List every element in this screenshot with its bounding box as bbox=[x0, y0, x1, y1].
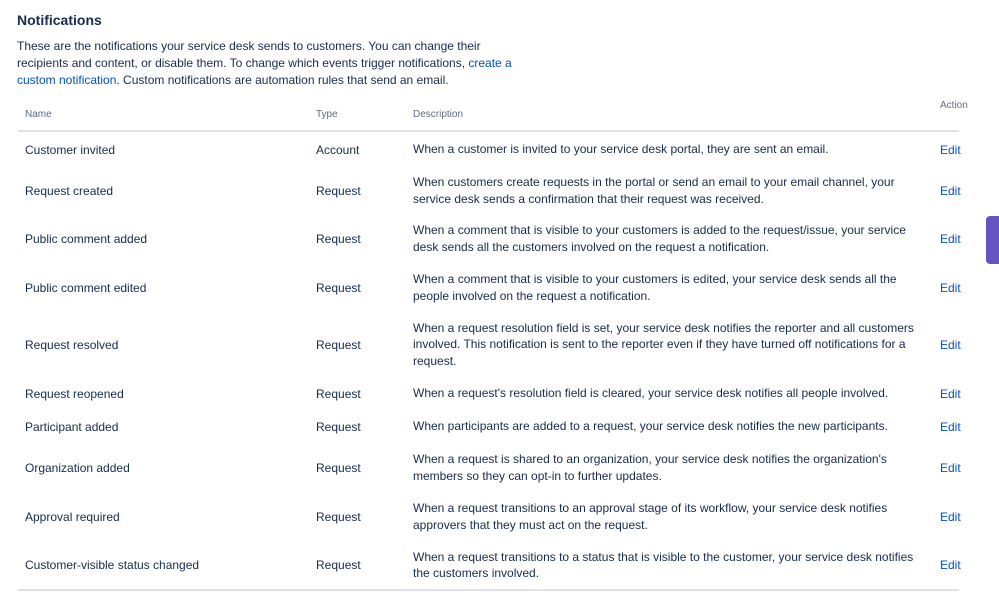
row-type: Request bbox=[316, 280, 361, 295]
table-row: Approval required Request When a request… bbox=[18, 492, 961, 541]
row-description: When a customer is invited to your servi… bbox=[413, 142, 829, 157]
notifications-page: Notifications These are the notification… bbox=[0, 0, 999, 592]
row-type: Request bbox=[316, 509, 361, 524]
intro-text-end: . Custom notifications are automation ru… bbox=[116, 73, 449, 87]
edit-link[interactable]: Edit bbox=[940, 232, 961, 246]
edit-link[interactable]: Edit bbox=[940, 338, 961, 352]
edit-link[interactable]: Edit bbox=[940, 461, 961, 475]
table-row: Request resolved Request When a request … bbox=[18, 312, 961, 377]
edit-link[interactable]: Edit bbox=[940, 184, 961, 198]
edit-link[interactable]: Edit bbox=[940, 558, 961, 572]
feedback-side-tab[interactable] bbox=[986, 216, 999, 264]
row-type: Request bbox=[316, 337, 361, 352]
table-row: Request created Request When customers c… bbox=[18, 167, 961, 214]
row-name: Request resolved bbox=[25, 337, 119, 352]
column-header-description: Description bbox=[413, 96, 940, 132]
row-description: When participants are added to a request… bbox=[413, 419, 888, 434]
row-type: Request bbox=[316, 541, 413, 591]
intro-paragraph: These are the notifications your service… bbox=[17, 38, 517, 89]
column-header-action-label: Action bbox=[940, 100, 968, 111]
row-name: Request created bbox=[25, 183, 114, 198]
row-description: When a comment that is visible to your c… bbox=[413, 223, 906, 254]
column-header-action: Action bbox=[940, 96, 968, 132]
row-type: Request bbox=[316, 419, 361, 434]
row-type: Request bbox=[316, 231, 361, 246]
edit-link[interactable]: Edit bbox=[940, 387, 961, 401]
row-description: When a request's resolution field is cle… bbox=[413, 386, 889, 401]
row-type: Request bbox=[316, 460, 361, 475]
table-row: Customer invited Account When a customer… bbox=[18, 131, 961, 167]
row-name: Participant added bbox=[25, 419, 119, 434]
row-description: When customers create requests in the po… bbox=[413, 175, 895, 206]
row-description: When a request is shared to an organizat… bbox=[413, 452, 887, 483]
row-description: When a request transitions to a status t… bbox=[413, 541, 940, 591]
row-name: Approval required bbox=[25, 509, 120, 524]
row-name: Public comment added bbox=[25, 231, 148, 246]
row-name: Organization added bbox=[25, 460, 130, 475]
table-row: Customer-visible status changed Request … bbox=[18, 541, 961, 591]
row-name: Public comment edited bbox=[25, 280, 147, 295]
row-type: Request bbox=[316, 386, 361, 401]
page-title: Notifications bbox=[17, 12, 102, 28]
intro-text: These are the notifications your service… bbox=[17, 39, 481, 70]
table-row: Participant added Request When participa… bbox=[18, 410, 961, 443]
row-name: Request reopened bbox=[25, 386, 124, 401]
row-description: When a request transitions to an approva… bbox=[413, 501, 888, 532]
edit-link[interactable]: Edit bbox=[940, 420, 961, 434]
row-name: Customer invited bbox=[25, 142, 116, 157]
edit-link[interactable]: Edit bbox=[940, 510, 961, 524]
edit-link[interactable]: Edit bbox=[940, 281, 961, 295]
column-header-name: Name bbox=[18, 96, 316, 132]
row-name: Customer-visible status changed bbox=[18, 541, 316, 591]
notifications-table: Name Type Description Action Customer in… bbox=[18, 96, 968, 591]
table-header-row: Name Type Description Action bbox=[18, 96, 968, 132]
table-row: Organization added Request When a reques… bbox=[18, 443, 961, 492]
edit-link[interactable]: Edit bbox=[940, 143, 961, 157]
column-header-type: Type bbox=[316, 96, 413, 132]
table-row: Request reopened Request When a request'… bbox=[18, 377, 961, 410]
table-row: Public comment edited Request When a com… bbox=[18, 263, 961, 312]
row-type: Request bbox=[316, 183, 361, 198]
row-description: When a request resolution field is set, … bbox=[413, 320, 914, 368]
row-description: When a comment that is visible to your c… bbox=[413, 272, 897, 303]
row-type: Account bbox=[316, 142, 360, 157]
table-row: Public comment added Request When a comm… bbox=[18, 214, 961, 263]
